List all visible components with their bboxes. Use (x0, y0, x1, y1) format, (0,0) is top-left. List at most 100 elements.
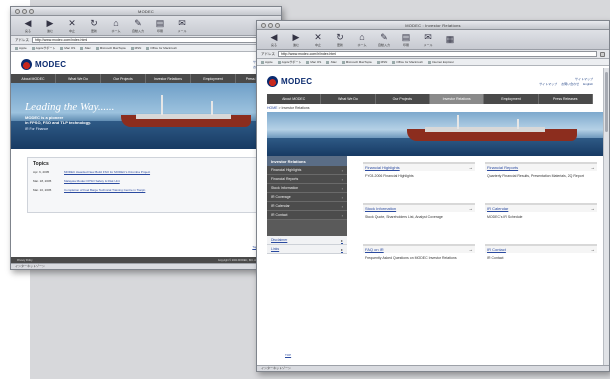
utility-link[interactable]: サイトマップ (575, 77, 593, 81)
toolbar-button[interactable]: ◀ 戻る (265, 32, 283, 47)
toolbar-button[interactable]: ▦ (441, 34, 459, 45)
nav-item[interactable]: Investor Relations (146, 74, 191, 83)
zoom-icon[interactable] (29, 9, 34, 14)
toolbar-button[interactable]: ⌂ ホーム (353, 32, 371, 47)
hero-link[interactable]: IR For Finance (25, 127, 114, 131)
favorites-item[interactable]: Internet Explorer (428, 60, 454, 64)
toolbar-button[interactable]: ✉ メール (419, 32, 437, 47)
toolbar-button-label: 印刷 (402, 42, 409, 47)
titlebar[interactable]: MODEC (11, 7, 281, 16)
favorites-item[interactable]: Office for Macintosh (146, 46, 177, 50)
minimize-icon[interactable] (22, 9, 27, 14)
sidebar-item[interactable]: IR Contact › (267, 211, 347, 220)
ir-card-link[interactable]: Financial Highlights (365, 165, 400, 170)
favorites-item[interactable]: Mac OS (60, 46, 75, 50)
nav-item[interactable]: Our Projects (101, 74, 146, 83)
nav-item[interactable]: Our Projects (376, 94, 430, 104)
nav-item[interactable]: What We Do (321, 94, 376, 104)
toolbar-button[interactable]: ✕ 中止 (63, 18, 81, 33)
favorites-item[interactable]: MSN (377, 60, 388, 64)
toolbar-button[interactable]: ▶ 進む (41, 18, 59, 33)
page-viewport[interactable]: MODEC サイトマップ お問い合わせ About MODECWhat We D… (11, 54, 281, 263)
toolbar-button-label: 進む (46, 28, 53, 33)
toolbar-button[interactable]: ▤ 印刷 (397, 32, 415, 47)
toolbar-button[interactable]: ⌂ ホーム (107, 18, 125, 33)
topic-link[interactable]: Malaysia Modec FPSO Safety & Risk Unit (64, 179, 120, 183)
favorites-item[interactable]: Microsoft MacTopia (342, 60, 372, 64)
toolbar-button[interactable]: ↻ 更新 (85, 17, 103, 33)
page-top-link[interactable]: TOP (285, 353, 291, 357)
url-input[interactable]: http://www.modec.com/index.html (32, 37, 269, 43)
privacy-link[interactable]: Privacy Policy (17, 259, 33, 262)
ir-card-header[interactable]: IR Contact → (485, 244, 597, 253)
scrollbar-thumb[interactable] (605, 72, 608, 132)
nav-item[interactable]: Investor Relations (429, 94, 485, 104)
toolbar-button[interactable]: ▶ 進む (287, 32, 305, 47)
sidebar-item[interactable]: Financial Highlights › (267, 166, 347, 175)
nav-item[interactable]: About MODEC (11, 74, 56, 83)
ir-card-header[interactable]: Stock Information → (363, 203, 475, 212)
go-button[interactable] (600, 51, 605, 57)
nav-item[interactable]: What We Do (56, 74, 101, 83)
topic-link[interactable]: MODEC Awarded New Build FSO for MODEC's … (64, 170, 150, 174)
sidebar-item[interactable]: IR Calendar › (267, 202, 347, 211)
close-icon[interactable] (261, 23, 266, 28)
topic-item[interactable]: Mar. 10, 2005 Completion of Fuel Barge T… (33, 188, 265, 192)
favorites-item[interactable]: Apple (261, 60, 273, 64)
topic-link[interactable]: Completion of Fuel Barge Technical Train… (64, 188, 145, 192)
toolbar-button[interactable]: ✎ 自動入力 (375, 32, 393, 47)
ir-card-link[interactable]: IR Calendar (487, 206, 508, 211)
zoom-icon[interactable] (275, 23, 280, 28)
browser-window-front[interactable]: MODEC : Investor Relations ◀ 戻る ▶ 進む ✕ 中止 ↻ 更新 ⌂… (256, 20, 610, 372)
ir-card-header[interactable]: Financial Highlights → (363, 162, 475, 171)
toolbar-button[interactable]: ↻ 更新 (331, 32, 349, 47)
sidebar-item[interactable]: IR Coverage › (267, 193, 347, 202)
ir-card-description: Frequently Asked Questions on MODEC Inve… (365, 256, 457, 260)
favorites-item[interactable]: Microsoft MacTopia (96, 46, 126, 50)
nav-item[interactable]: Employment (191, 74, 236, 83)
ir-card-header[interactable]: IR Calendar → (485, 203, 597, 212)
ir-card-header[interactable]: Financial Reports → (485, 162, 597, 171)
url-input[interactable]: http://www.modec.com/ir/index.html (278, 51, 597, 57)
modec-logo[interactable]: MODEC (267, 75, 312, 87)
sidebar-item[interactable]: Financial Reports › (267, 175, 347, 184)
toolbar-button[interactable]: ✉ メール (173, 18, 191, 33)
sidebar-item[interactable]: Stock Information › (267, 184, 347, 193)
vertical-scrollbar[interactable] (603, 68, 609, 365)
toolbar-button[interactable]: ◀ 戻る (19, 18, 37, 33)
modec-logo[interactable]: MODEC (21, 58, 66, 70)
reload-icon: ↻ (90, 17, 98, 28)
utility-link[interactable]: English (583, 82, 593, 86)
browser-window-back[interactable]: MODEC ◀ 戻る ▶ 進む ✕ 中止 ↻ 更新 ⌂ ホーム ✎ 自動入力 ▤ 印刷 ✉ メール アドレス … (10, 6, 282, 270)
ir-card-link[interactable]: Stock Information (365, 206, 396, 211)
favorites-item[interactable]: .Mac (326, 60, 337, 64)
minimize-icon[interactable] (268, 23, 273, 28)
favorites-item[interactable]: Appleサポート (278, 60, 302, 64)
page-viewport[interactable]: MODEC サイトマップ サイトマップ お問い合わせ English About… (257, 68, 603, 365)
favorites-item[interactable]: Office for Macintosh (392, 60, 423, 64)
toolbar-button[interactable]: ▤ 印刷 (151, 18, 169, 33)
ir-card-link[interactable]: FAQ on IR (365, 247, 384, 252)
sidebar-link[interactable]: Disclaimer ▸ (267, 236, 347, 245)
toolbar-button[interactable]: ✕ 中止 (309, 32, 327, 47)
favorites-item[interactable]: Mac OS (306, 60, 321, 64)
favorites-item[interactable]: Apple (15, 46, 27, 50)
sidebar-link[interactable]: Links ▸ (267, 245, 347, 254)
favorites-item[interactable]: .Mac (80, 46, 91, 50)
topic-item[interactable]: Apr. 6, 2005 MODEC Awarded New Build FSO… (33, 170, 265, 174)
topic-item[interactable]: Mar. 18, 2005 Malaysia Modec FPSO Safety… (33, 179, 265, 183)
breadcrumb-home[interactable]: HOME (267, 106, 278, 110)
favorites-item[interactable]: MSN (131, 46, 142, 50)
toolbar-button[interactable]: ✎ 自動入力 (129, 18, 147, 33)
ir-card-link[interactable]: IR Contact (487, 247, 506, 252)
utility-link[interactable]: サイトマップ (539, 82, 557, 86)
nav-item[interactable]: Press Releases (539, 94, 593, 104)
ir-card-link[interactable]: Financial Reports (487, 165, 518, 170)
nav-item[interactable]: About MODEC (267, 94, 322, 104)
titlebar[interactable]: MODEC : Investor Relations (257, 21, 609, 30)
ir-card-header[interactable]: FAQ on IR → (363, 244, 475, 253)
close-icon[interactable] (15, 9, 20, 14)
utility-link[interactable]: お問い合わせ (561, 82, 579, 86)
favorites-item[interactable]: Appleサポート (32, 46, 56, 50)
nav-item[interactable]: Employment (484, 94, 539, 104)
